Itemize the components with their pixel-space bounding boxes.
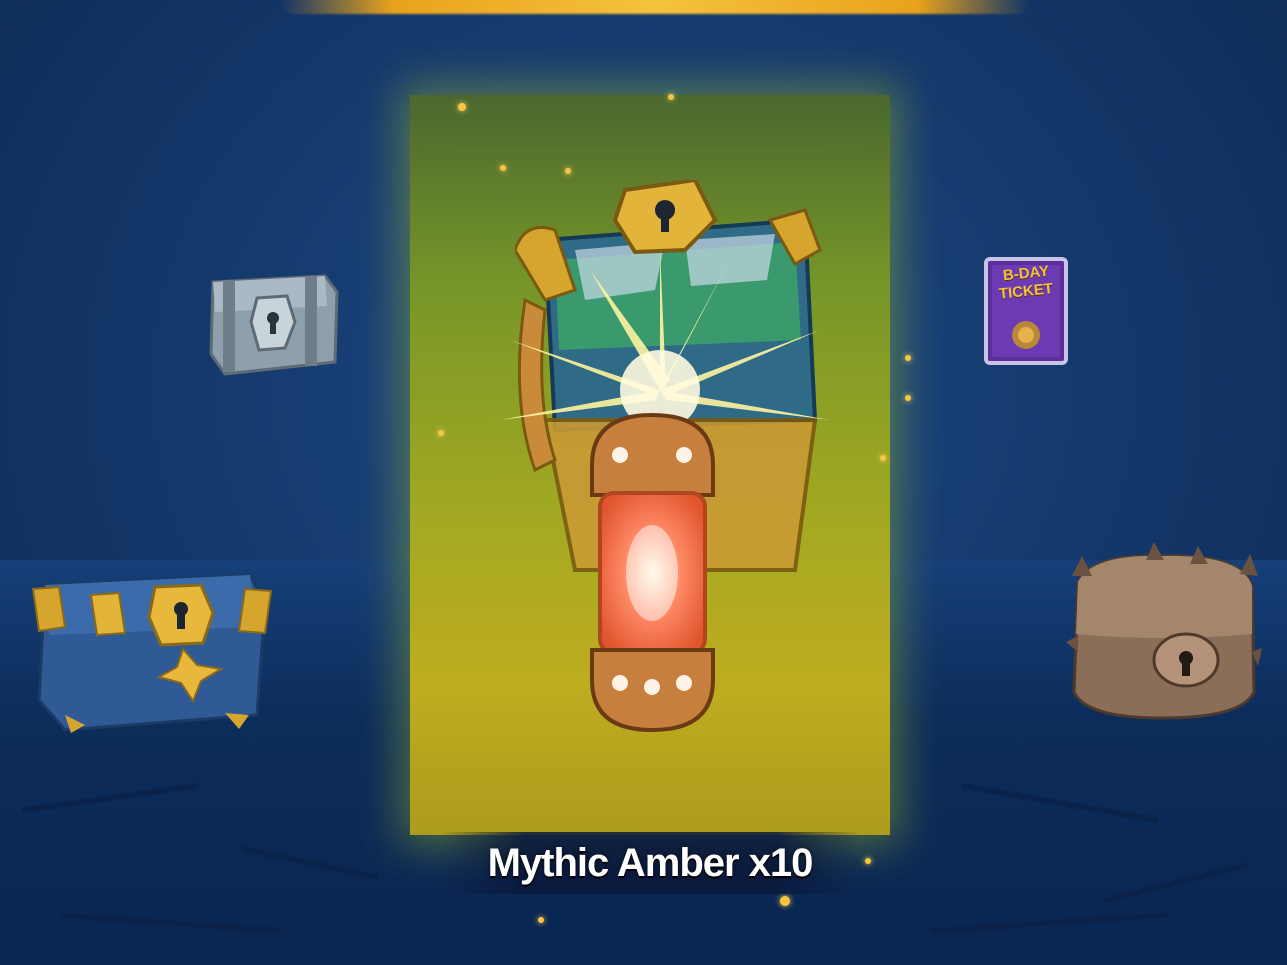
bday-ticket-card[interactable]: B-DAY TICKET	[982, 255, 1070, 367]
spiked-bronze-chest-icon[interactable]	[1062, 542, 1262, 722]
sparkle	[668, 94, 674, 100]
sparkle	[458, 103, 466, 111]
sparkle	[438, 430, 444, 436]
title-banner-partial	[280, 0, 1030, 14]
reward-label-bar: Mythic Amber x10	[440, 832, 860, 894]
sparkle	[500, 165, 506, 171]
reward-reveal-scene: B-DAY TICKET Mythic Amber x10	[0, 0, 1287, 965]
sparkle	[538, 917, 544, 923]
sparkle	[880, 455, 886, 461]
silver-chest-icon[interactable]	[205, 262, 340, 380]
sparkle	[565, 168, 571, 174]
reward-name-text: Mythic Amber x10	[487, 840, 814, 885]
sparkle	[780, 896, 790, 906]
sparkle	[905, 355, 911, 361]
blue-gold-chest-icon[interactable]	[25, 565, 275, 735]
sparkle	[865, 858, 871, 864]
sparkle	[905, 395, 911, 401]
mythic-amber-icon	[570, 405, 735, 740]
